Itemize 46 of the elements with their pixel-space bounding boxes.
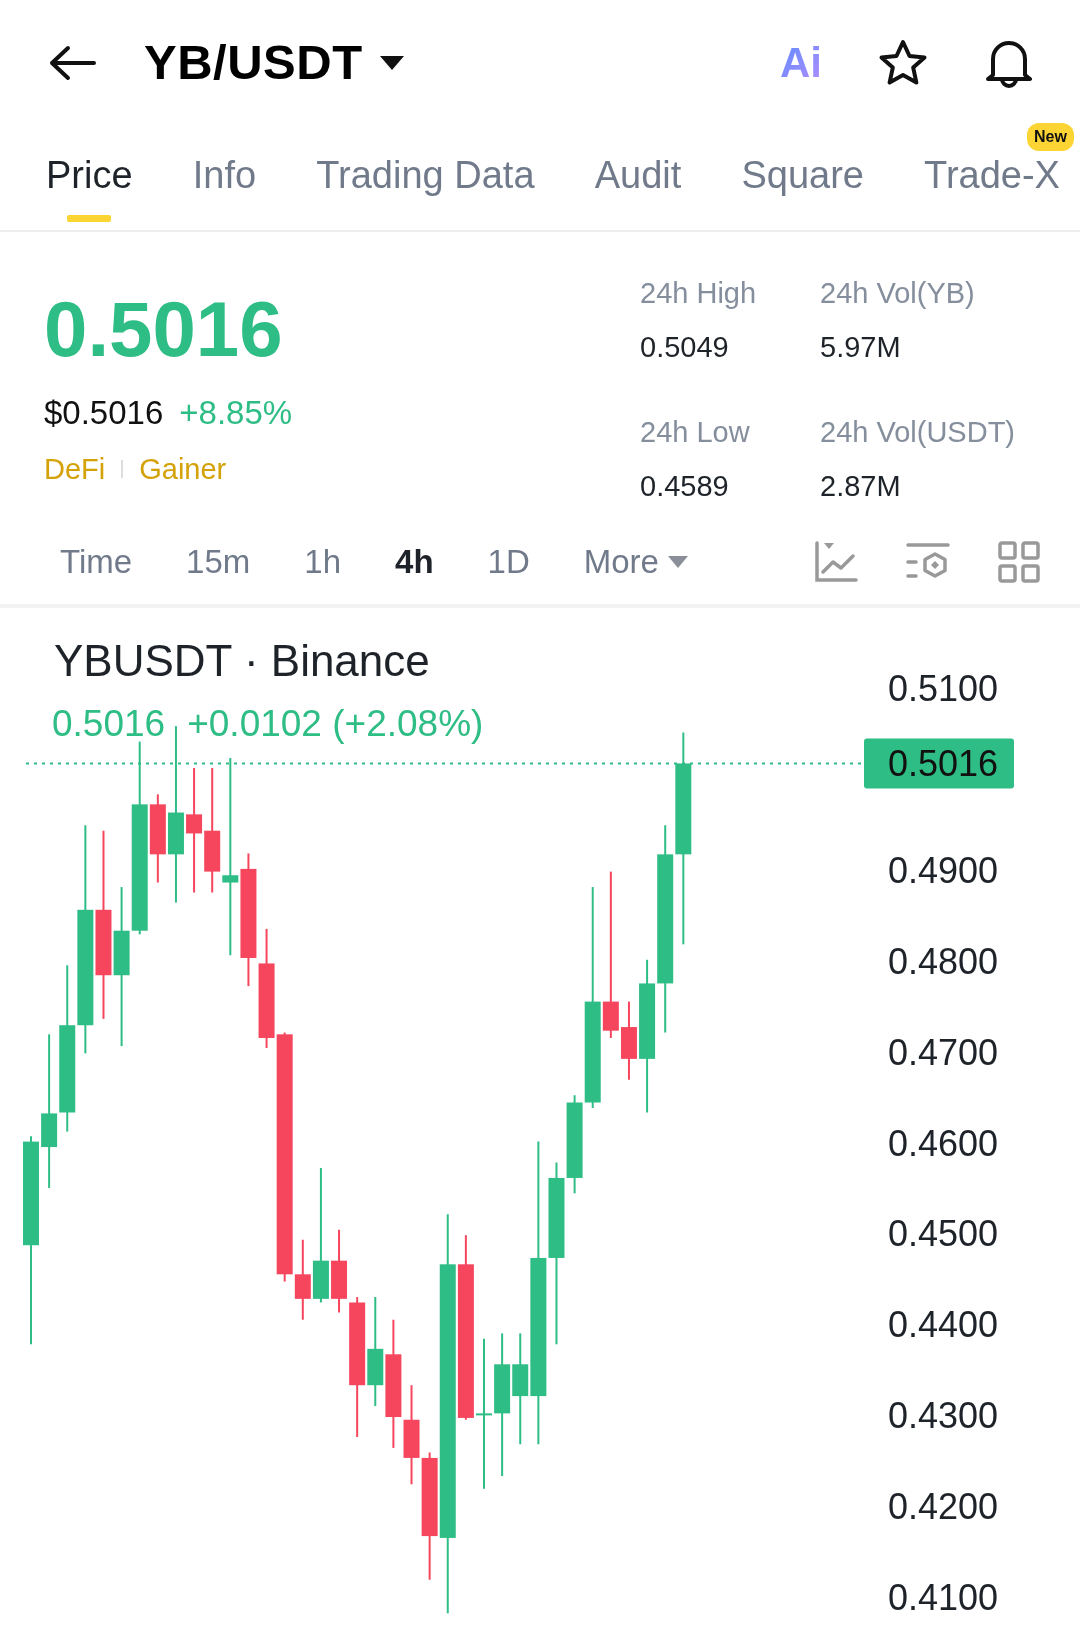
tab[interactable]: Price	[46, 147, 133, 230]
tab[interactable]: Info	[192, 147, 257, 230]
last-price: 0.5016	[44, 290, 284, 368]
indicator-chart-icon[interactable]	[814, 541, 858, 583]
caret-icon	[378, 54, 405, 71]
tag-label[interactable]: Gainer	[139, 447, 227, 491]
stat-value: 0.4589	[640, 468, 730, 504]
axis-label: 0.4900	[887, 849, 998, 891]
stat-label: 24h Vol(YB)	[820, 276, 976, 311]
back-icon[interactable]	[48, 44, 96, 81]
chart-last-price: 0.5016	[52, 702, 166, 746]
pair-selector[interactable]: YB/USDT	[144, 25, 405, 100]
axis-label: 0.4200	[887, 1486, 998, 1528]
star-icon[interactable]	[878, 38, 928, 87]
caret-icon	[666, 555, 689, 569]
tab[interactable]: Audit	[594, 147, 682, 230]
interval-tab[interactable]: 15m	[186, 537, 251, 587]
tab[interactable]: Trading Data	[316, 147, 535, 230]
axis-label: 0.4600	[887, 1122, 998, 1164]
axis-label: 0.4100	[887, 1577, 998, 1619]
axis-label: 0.4700	[887, 1031, 998, 1073]
interval-tab[interactable]: More	[583, 537, 689, 587]
stat-value: 2.87M	[820, 468, 902, 504]
stat-value: 5.97M	[820, 329, 902, 365]
stat-label: 24h Vol(USDT)	[820, 415, 1016, 450]
interval-tab[interactable]: 1D	[487, 537, 530, 587]
price-change: +8.85%	[179, 393, 293, 433]
axis-label: 0.4400	[887, 1304, 998, 1346]
stat-label: 24h Low	[640, 415, 751, 450]
axis-label: 0.4300	[887, 1395, 998, 1437]
new-badge: New	[1027, 123, 1074, 151]
interval-tab[interactable]: 4h	[395, 537, 434, 587]
usd-price: $0.5016	[44, 393, 164, 433]
axis-label: 0.5100	[887, 668, 998, 710]
interval-tab[interactable]: Time	[60, 537, 133, 587]
stat-value: 0.5049	[640, 329, 730, 365]
tab[interactable]: Square	[741, 147, 864, 230]
interval-tab[interactable]: 1h	[304, 537, 342, 587]
stat-label: 24h High	[640, 276, 758, 311]
tag-label[interactable]: DeFi	[44, 447, 106, 491]
axis-label: 0.4800	[887, 940, 998, 982]
grid-icon[interactable]	[998, 541, 1040, 583]
chart-price-change: +0.0102 (+2.08%)	[187, 702, 484, 746]
price-tag: 0.5016	[864, 738, 1014, 789]
chart-title: YBUSDT · Binance	[54, 635, 430, 687]
axis-label: 0.4500	[887, 1213, 998, 1255]
